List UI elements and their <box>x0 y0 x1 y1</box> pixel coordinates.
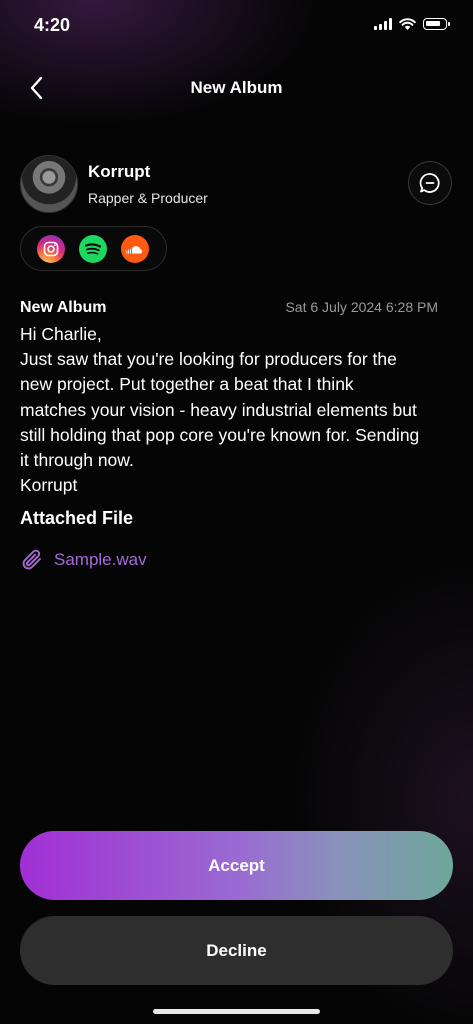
attachment-filename[interactable]: Sample.wav <box>54 550 147 570</box>
message-subject: New Album <box>20 299 107 316</box>
message-line: Just saw that you're looking for produce… <box>20 349 397 370</box>
social-links <box>20 226 167 271</box>
chat-bubble-icon <box>419 173 440 193</box>
message-line: still holding that pop core you're known… <box>20 424 420 445</box>
status-time: 4:20 <box>34 15 71 35</box>
wifi-icon <box>399 18 416 30</box>
paperclip-icon <box>22 549 41 570</box>
message-button[interactable] <box>408 161 452 205</box>
message-line: Korrupt <box>20 475 78 496</box>
accept-button[interactable]: Accept <box>20 831 453 900</box>
message-date: Sat 6 July 2024 6:28 PM <box>285 299 438 315</box>
soundcloud-icon[interactable] <box>121 234 149 263</box>
message-line: matches your vision - heavy industrial e… <box>20 399 417 420</box>
message-body: Hi Charlie, Just saw that you're looking… <box>20 322 460 498</box>
page-title: New Album <box>190 78 283 97</box>
cellular-signal-icon <box>374 18 392 30</box>
attached-file-heading: Attached File <box>20 508 134 528</box>
status-icons <box>374 18 450 30</box>
artist-name[interactable]: Korrupt <box>88 162 150 182</box>
decline-button[interactable]: Decline <box>20 916 453 985</box>
message-line: it through now. <box>20 450 134 471</box>
avatar[interactable] <box>20 155 78 213</box>
artist-role: Rapper & Producer <box>88 190 208 206</box>
battery-icon <box>423 18 450 30</box>
message-line: new project. Put together a beat that I … <box>20 374 354 395</box>
home-indicator <box>153 1009 320 1014</box>
spotify-icon[interactable] <box>79 234 107 263</box>
attachment-link[interactable]: Sample.wav <box>20 547 147 573</box>
message-line: Hi Charlie, <box>20 324 102 344</box>
instagram-icon[interactable] <box>37 234 65 263</box>
